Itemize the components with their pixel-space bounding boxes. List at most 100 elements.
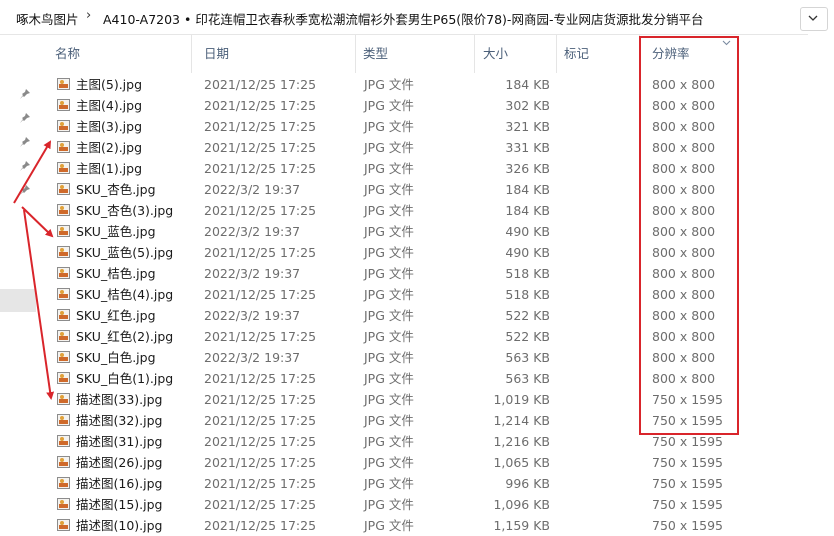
breadcrumb-separator-icon[interactable]: ›: [86, 8, 91, 23]
file-type: JPG 文件: [364, 224, 414, 239]
jpg-image-icon: [57, 141, 70, 153]
file-size: 563 KB: [505, 350, 550, 365]
file-row[interactable]: 描述图(26).jpg 2021/12/25 17:25 JPG 文件 1,065 K…: [36, 452, 834, 473]
jpg-image-icon: [57, 519, 70, 531]
pin-icon[interactable]: [19, 112, 31, 124]
file-date: 2022/3/2 19:37: [204, 266, 301, 281]
file-date: 2021/12/25 17:25: [204, 455, 317, 470]
breadcrumb-root[interactable]: 啄木鸟图片: [16, 9, 79, 28]
file-date: 2021/12/25 17:25: [204, 413, 317, 428]
file-date: 2021/12/25 17:25: [204, 434, 317, 449]
file-date: 2022/3/2 19:37: [204, 182, 301, 197]
pin-icon[interactable]: [19, 160, 31, 172]
file-size: 1,214 KB: [493, 413, 550, 428]
file-date: 2021/12/25 17:25: [204, 77, 317, 92]
jpg-image-icon: [57, 414, 70, 426]
file-size: 1,065 KB: [493, 455, 550, 470]
column-header-tags[interactable]: 标记: [558, 35, 640, 73]
file-name[interactable]: 描述图(31).jpg: [76, 431, 162, 452]
file-type: JPG 文件: [364, 182, 414, 197]
file-date: 2022/3/2 19:37: [204, 350, 301, 365]
file-name[interactable]: SKU_白色(1).jpg: [76, 368, 173, 389]
file-size: 996 KB: [505, 476, 550, 491]
pin-icon[interactable]: [19, 88, 31, 100]
file-type: JPG 文件: [364, 98, 414, 113]
file-resolution: 750 x 1595: [652, 476, 724, 491]
file-name[interactable]: SKU_杏色.jpg: [76, 179, 156, 200]
file-name[interactable]: 主图(2).jpg: [76, 137, 142, 158]
file-type: JPG 文件: [364, 329, 414, 344]
selected-nav-item[interactable]: [0, 289, 36, 312]
file-date: 2021/12/25 17:25: [204, 245, 317, 260]
jpg-image-icon: [57, 183, 70, 195]
file-size: 1,096 KB: [493, 497, 550, 512]
file-date: 2021/12/25 17:25: [204, 98, 317, 113]
file-name[interactable]: 描述图(33).jpg: [76, 389, 162, 410]
file-type: JPG 文件: [364, 119, 414, 134]
jpg-image-icon: [57, 498, 70, 510]
file-date: 2021/12/25 17:25: [204, 161, 317, 176]
file-date: 2021/12/25 17:25: [204, 203, 317, 218]
jpg-image-icon: [57, 204, 70, 216]
column-header-size[interactable]: 大小: [477, 35, 557, 73]
file-name[interactable]: 描述图(10).jpg: [76, 515, 162, 536]
file-name[interactable]: 主图(4).jpg: [76, 95, 142, 116]
file-type: JPG 文件: [364, 350, 414, 365]
file-date: 2021/12/25 17:25: [204, 497, 317, 512]
address-bar[interactable]: 啄木鸟图片 › A410-A7203 • 印花连帽卫衣春秋季宽松潮流帽衫外套男生…: [0, 0, 808, 35]
file-name[interactable]: 主图(1).jpg: [76, 158, 142, 179]
file-name[interactable]: SKU_蓝色(5).jpg: [76, 242, 173, 263]
file-resolution: 750 x 1595: [652, 455, 724, 470]
file-type: JPG 文件: [364, 371, 414, 386]
file-name[interactable]: SKU_蓝色.jpg: [76, 221, 156, 242]
file-date: 2021/12/25 17:25: [204, 140, 317, 155]
jpg-image-icon: [57, 78, 70, 90]
file-type: JPG 文件: [364, 161, 414, 176]
file-size: 522 KB: [505, 329, 550, 344]
file-name[interactable]: 主图(3).jpg: [76, 116, 142, 137]
pin-icon[interactable]: [19, 136, 31, 148]
file-name[interactable]: SKU_白色.jpg: [76, 347, 156, 368]
file-type: JPG 文件: [364, 413, 414, 428]
file-size: 563 KB: [505, 371, 550, 386]
file-name[interactable]: 描述图(26).jpg: [76, 452, 162, 473]
file-size: 184 KB: [505, 203, 550, 218]
file-name[interactable]: SKU_红色.jpg: [76, 305, 156, 326]
file-name[interactable]: SKU_杏色(3).jpg: [76, 200, 173, 221]
file-row[interactable]: 描述图(15).jpg 2021/12/25 17:25 JPG 文件 1,096 K…: [36, 494, 834, 515]
file-size: 326 KB: [505, 161, 550, 176]
jpg-image-icon: [57, 435, 70, 447]
file-type: JPG 文件: [364, 308, 414, 323]
file-row[interactable]: 描述图(16).jpg 2021/12/25 17:25 JPG 文件 996 KB 7…: [36, 473, 834, 494]
column-header-type[interactable]: 类型: [357, 35, 475, 73]
file-date: 2021/12/25 17:25: [204, 518, 317, 533]
file-name[interactable]: SKU_桔色.jpg: [76, 263, 156, 284]
file-size: 184 KB: [505, 77, 550, 92]
file-size: 1,019 KB: [493, 392, 550, 407]
jpg-image-icon: [57, 225, 70, 237]
pin-icon[interactable]: [19, 184, 31, 196]
file-date: 2022/3/2 19:37: [204, 308, 301, 323]
file-name[interactable]: 描述图(15).jpg: [76, 494, 162, 515]
file-type: JPG 文件: [364, 497, 414, 512]
jpg-image-icon: [57, 99, 70, 111]
file-name[interactable]: 主图(5).jpg: [76, 74, 142, 95]
breadcrumb-current-folder[interactable]: A410-A7203 • 印花连帽卫衣春秋季宽松潮流帽衫外套男生P65(限价78…: [103, 9, 703, 28]
file-name[interactable]: SKU_红色(2).jpg: [76, 326, 173, 347]
column-header-name[interactable]: 名称: [49, 35, 192, 73]
file-date: 2021/12/25 17:25: [204, 329, 317, 344]
file-name[interactable]: 描述图(16).jpg: [76, 473, 162, 494]
file-type: JPG 文件: [364, 140, 414, 155]
file-row[interactable]: 描述图(10).jpg 2021/12/25 17:25 JPG 文件 1,159 K…: [36, 515, 834, 536]
file-date: 2021/12/25 17:25: [204, 119, 317, 134]
chevron-down-icon: [808, 15, 818, 21]
file-size: 522 KB: [505, 308, 550, 323]
column-header-date[interactable]: 日期: [198, 35, 356, 73]
file-name[interactable]: SKU_桔色(4).jpg: [76, 284, 173, 305]
address-dropdown-button[interactable]: [800, 7, 828, 31]
jpg-image-icon: [57, 162, 70, 174]
file-name[interactable]: 描述图(32).jpg: [76, 410, 162, 431]
jpg-image-icon: [57, 477, 70, 489]
jpg-image-icon: [57, 120, 70, 132]
annotation-highlight-box: [639, 36, 739, 435]
